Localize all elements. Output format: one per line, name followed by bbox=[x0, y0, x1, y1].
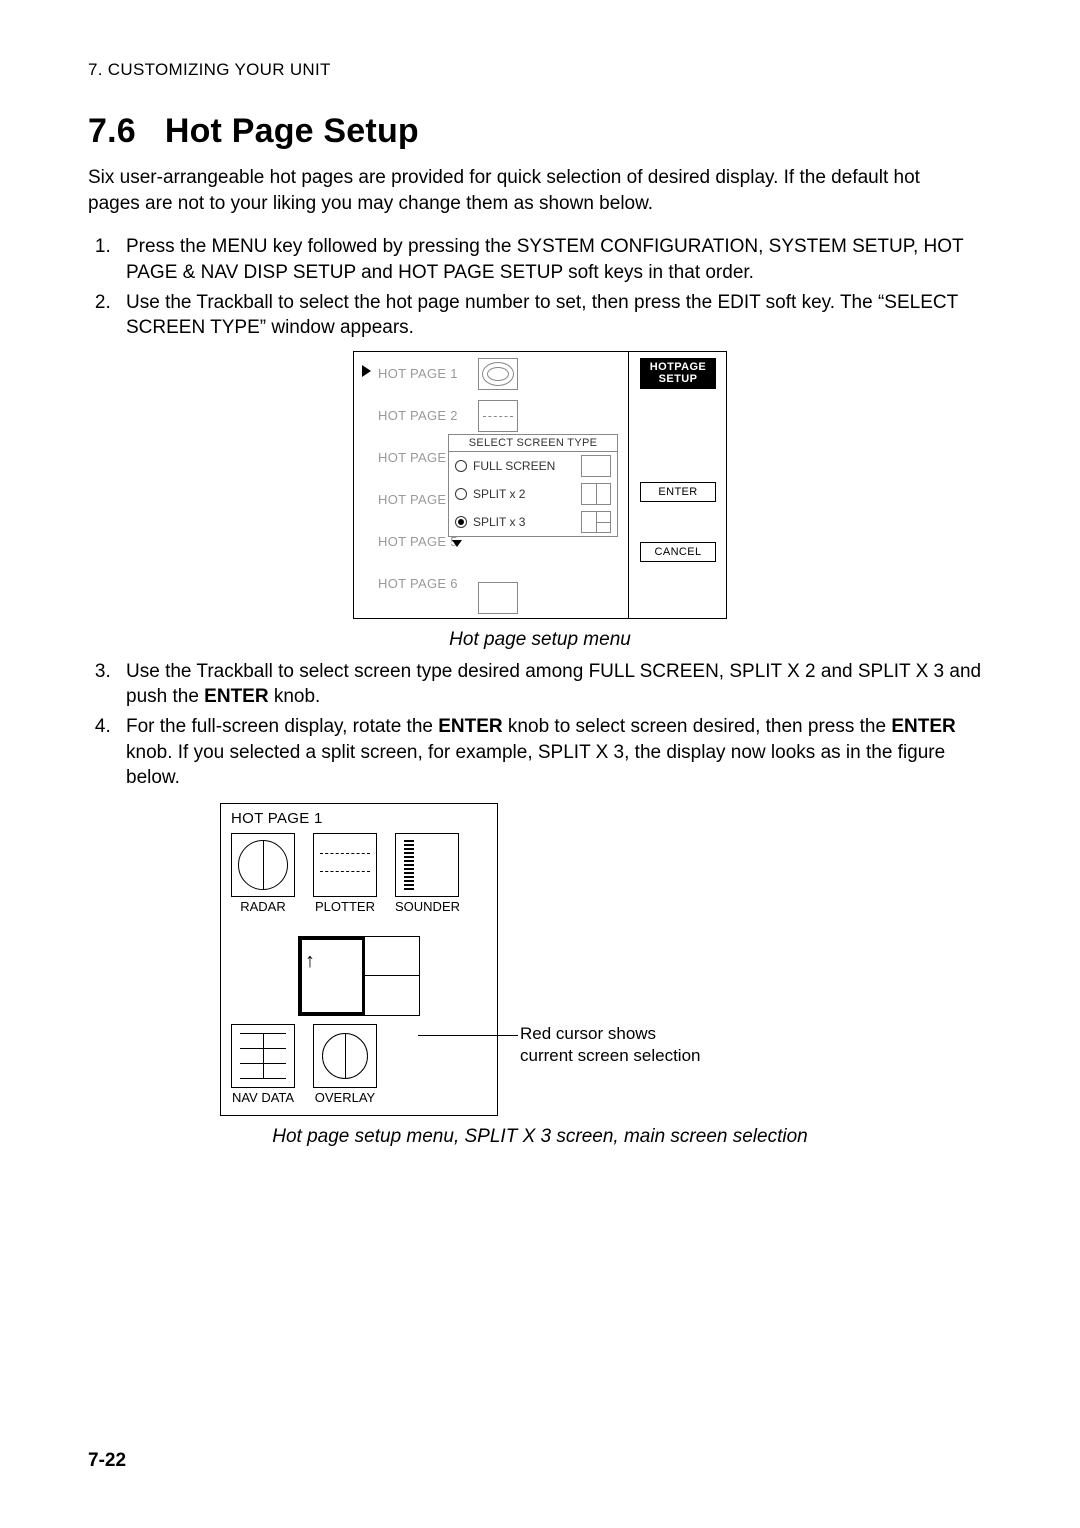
sub-screen-top bbox=[365, 937, 419, 976]
step-key: ENTER bbox=[891, 716, 955, 737]
option-split-x2[interactable]: SPLIT x 2 bbox=[449, 480, 617, 508]
main-screen-highlight bbox=[299, 937, 365, 1015]
thumb-generic-icon bbox=[478, 582, 518, 614]
thumb-radar-icon bbox=[478, 358, 518, 390]
radio-icon bbox=[455, 488, 467, 500]
radio-selected-icon bbox=[455, 516, 467, 528]
hotpage-row-4: HOT PAGE 4 bbox=[378, 492, 458, 507]
cell-sounder[interactable]: SOUNDER bbox=[395, 833, 460, 914]
cell-label: PLOTTER bbox=[313, 899, 377, 914]
option-split-x3[interactable]: SPLIT x 3 bbox=[449, 508, 617, 536]
layout-split2-icon bbox=[581, 483, 611, 505]
layout-split3-icon bbox=[581, 511, 611, 533]
page-number: 7-22 bbox=[88, 1450, 126, 1472]
split3-layout-diagram bbox=[298, 936, 420, 1016]
softkey-hotpage-setup[interactable]: HOTPAGE SETUP bbox=[640, 358, 716, 389]
intro-paragraph: Six user-arrangeable hot pages are provi… bbox=[88, 165, 968, 216]
cell-plotter[interactable]: PLOTTER bbox=[313, 833, 377, 914]
step-key: ENTER bbox=[438, 716, 502, 737]
hotpage-row-3: HOT PAGE 3 bbox=[378, 450, 458, 465]
sounder-icon bbox=[395, 833, 459, 897]
step-text: knob. bbox=[269, 686, 321, 707]
step-text: knob. If you selected a split screen, fo… bbox=[126, 742, 945, 789]
callout-line1: Red cursor shows bbox=[520, 1023, 700, 1045]
figure1-softkey-panel: HOTPAGE SETUP ENTER CANCEL bbox=[628, 352, 726, 618]
step-list-continued: Use the Trackball to select screen type … bbox=[88, 659, 992, 791]
option-full-screen[interactable]: FULL SCREEN bbox=[449, 452, 617, 480]
cell-radar[interactable]: RADAR bbox=[231, 833, 295, 914]
layout-full-icon bbox=[581, 455, 611, 477]
section-title-text: Hot Page Setup bbox=[165, 112, 419, 150]
callout-line2: current screen selection bbox=[520, 1045, 700, 1067]
radio-icon bbox=[455, 460, 467, 472]
option-label: SPLIT x 3 bbox=[473, 515, 525, 529]
cell-label: RADAR bbox=[231, 899, 295, 914]
thumb-plotter-icon bbox=[478, 400, 518, 432]
option-label: FULL SCREEN bbox=[473, 459, 555, 473]
step-text: For the full-screen display, rotate the bbox=[126, 716, 438, 737]
hotpage-row-2: HOT PAGE 2 bbox=[378, 408, 458, 423]
callout-leader-line bbox=[418, 1035, 518, 1036]
section-heading: 7.6 Hot Page Setup bbox=[88, 112, 992, 151]
callout-note: Red cursor shows current screen selectio… bbox=[520, 1023, 700, 1067]
cell-overlay[interactable]: OVERLAY bbox=[313, 1024, 377, 1105]
section-number: 7.6 bbox=[88, 112, 136, 150]
figure1-left-panel: HOT PAGE 1 HOT PAGE 2 HOT PAGE 3 HOT PAG… bbox=[354, 352, 628, 618]
cell-label: OVERLAY bbox=[313, 1090, 377, 1105]
figure2-wrapper: HOT PAGE 1 RADAR PLOTTER SOUNDER bbox=[220, 803, 860, 1116]
plotter-icon bbox=[313, 833, 377, 897]
step-4: For the full-screen display, rotate the … bbox=[116, 714, 992, 791]
figure1-caption: Hot page setup menu bbox=[88, 629, 992, 651]
figure-hotpage-menu: HOT PAGE 1 HOT PAGE 2 HOT PAGE 3 HOT PAG… bbox=[353, 351, 727, 619]
step-list: Press the MENU key followed by pressing … bbox=[88, 234, 992, 341]
hotpage-row-5: HOT PAGE 5 bbox=[378, 534, 458, 549]
softkey-line2: SETUP bbox=[641, 373, 715, 386]
softkey-cancel[interactable]: CANCEL bbox=[640, 542, 716, 562]
cell-navdata[interactable]: NAV DATA bbox=[231, 1024, 295, 1105]
softkey-line1: HOTPAGE bbox=[641, 361, 715, 374]
step-2: Use the Trackball to select the hot page… bbox=[116, 290, 992, 341]
figure-split3-selection: HOT PAGE 1 RADAR PLOTTER SOUNDER bbox=[220, 803, 498, 1116]
option-label: SPLIT x 2 bbox=[473, 487, 525, 501]
select-screen-type-popup: SELECT SCREEN TYPE FULL SCREEN SPLIT x 2… bbox=[448, 434, 618, 537]
navdata-icon bbox=[231, 1024, 295, 1088]
radar-icon bbox=[231, 833, 295, 897]
cursor-up-arrow-icon: ↑ bbox=[305, 951, 315, 971]
selection-arrow-icon bbox=[362, 365, 371, 377]
popup-title: SELECT SCREEN TYPE bbox=[449, 435, 617, 452]
hotpage-row-1: HOT PAGE 1 bbox=[378, 366, 458, 381]
step-text: knob to select screen desired, then pres… bbox=[503, 716, 892, 737]
figure2-caption: Hot page setup menu, SPLIT X 3 screen, m… bbox=[88, 1126, 992, 1148]
figure2-title: HOT PAGE 1 bbox=[221, 804, 497, 829]
chapter-header: 7. CUSTOMIZING YOUR UNIT bbox=[88, 60, 992, 80]
step-1: Press the MENU key followed by pressing … bbox=[116, 234, 992, 285]
step-3: Use the Trackball to select screen type … bbox=[116, 659, 992, 710]
figure2-row-top: RADAR PLOTTER SOUNDER bbox=[221, 829, 497, 918]
hotpage-row-6: HOT PAGE 6 bbox=[378, 576, 458, 591]
scroll-down-arrow-icon bbox=[452, 540, 462, 547]
softkey-enter[interactable]: ENTER bbox=[640, 482, 716, 502]
overlay-icon bbox=[313, 1024, 377, 1088]
step-key: ENTER bbox=[204, 686, 268, 707]
cell-label: NAV DATA bbox=[231, 1090, 295, 1105]
cell-label: SOUNDER bbox=[395, 899, 460, 914]
manual-page: 7. CUSTOMIZING YOUR UNIT 7.6 Hot Page Se… bbox=[0, 0, 1080, 1528]
